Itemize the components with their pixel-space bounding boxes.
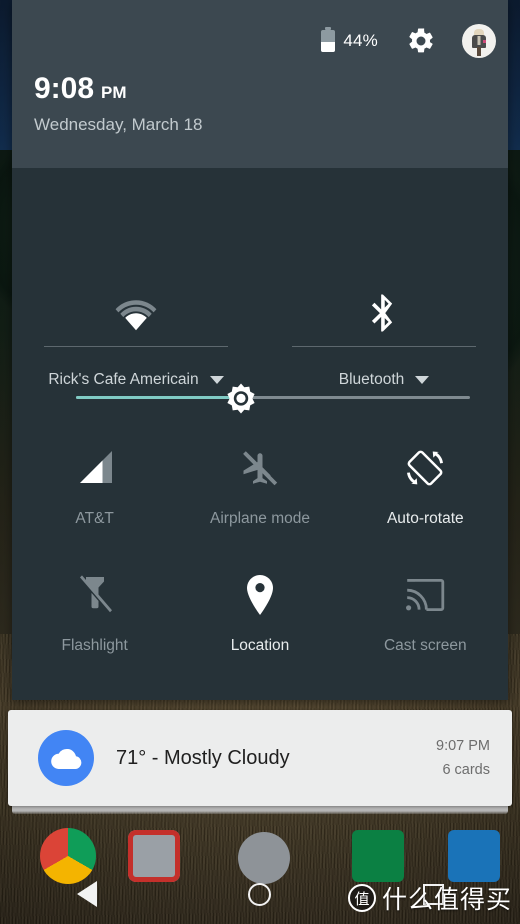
- battery-icon: [321, 27, 336, 52]
- clock-line: 9:08 PM: [34, 74, 203, 104]
- clock-time: 9:08: [34, 72, 95, 105]
- tile-row-1: AT&T Airplane mode Auto-rotate: [12, 440, 508, 528]
- quick-settings-header: 44% 9:08 PM Wednesday, March 18: [12, 0, 508, 168]
- bluetooth-label: Bluetooth: [338, 371, 405, 388]
- brightness-track[interactable]: [76, 383, 470, 414]
- tile-cast-screen-label: Cast screen: [383, 637, 467, 654]
- battery-status: 44%: [321, 27, 378, 52]
- tile-flashlight-label: Flashlight: [61, 637, 128, 654]
- quick-settings-panel: 44% 9:08 PM Wednesday, March 18 Rick's C…: [12, 0, 508, 700]
- back-triangle-icon: [76, 881, 97, 907]
- watermark-text: 什么值得买: [381, 885, 512, 914]
- clock-date: Wednesday, March 18: [34, 115, 203, 134]
- brightness-fill: [76, 396, 242, 399]
- location-pin-icon: [246, 575, 273, 615]
- notification-time: 9:07 PM: [436, 738, 490, 754]
- gear-icon: [409, 28, 433, 53]
- tile-divider: [292, 346, 476, 347]
- dual-tile-row: Rick's Cafe Americain Bluetooth: [12, 282, 508, 389]
- tile-airplane-mode[interactable]: Airplane mode: [177, 440, 342, 528]
- bluetooth-icon: [371, 294, 393, 332]
- wifi-icon: [115, 300, 157, 331]
- wifi-icon-wrap: [113, 282, 159, 344]
- avatar-accent: [483, 40, 486, 43]
- flashlight-off-icon: [78, 575, 112, 614]
- wifi-label: Rick's Cafe Americain: [48, 371, 199, 388]
- tile-location-label: Location: [230, 637, 290, 654]
- battery-percent-label: 44%: [343, 31, 378, 50]
- auto-rotate-icon-wrap: [404, 440, 446, 496]
- tile-row-2: Flashlight Location Cast screen: [12, 567, 508, 655]
- brightness-slider[interactable]: [12, 168, 508, 414]
- home-button[interactable]: [230, 872, 290, 916]
- location-pin-icon-wrap: [243, 567, 277, 623]
- watermark-logo-icon: 值: [347, 884, 376, 912]
- watermark: 值 什么值得买: [347, 880, 512, 916]
- flashlight-off-icon-wrap: [77, 567, 113, 623]
- cast-screen-icon: [406, 579, 445, 611]
- weather-cloud-icon-wrap: [38, 730, 94, 786]
- status-row: 44%: [321, 24, 496, 58]
- user-avatar[interactable]: [462, 24, 496, 58]
- avatar-legs: [477, 47, 481, 56]
- avatar-shirt: [477, 36, 481, 45]
- tile-cast-screen[interactable]: Cast screen: [343, 567, 508, 655]
- bluetooth-icon-wrap: [369, 282, 399, 344]
- tile-auto-rotate-label: Auto-rotate: [386, 510, 464, 527]
- settings-button[interactable]: [404, 24, 438, 58]
- clock-block[interactable]: 9:08 PM Wednesday, March 18: [34, 74, 203, 135]
- notification-meta: 9:07 PM 6 cards: [436, 738, 490, 778]
- notification-title: 71° - Mostly Cloudy: [116, 746, 290, 769]
- airplane-off-icon: [243, 451, 278, 486]
- tile-divider: [44, 346, 228, 347]
- tile-carrier-label: AT&T: [75, 510, 114, 527]
- chevron-down-icon[interactable]: [415, 376, 430, 384]
- weather-cloud-icon: [51, 748, 82, 769]
- cell-signal-icon: [79, 451, 112, 483]
- airplane-off-icon-wrap: [240, 440, 280, 496]
- tile-carrier[interactable]: AT&T: [12, 440, 177, 528]
- tile-bluetooth[interactable]: Bluetooth: [260, 282, 508, 389]
- clock-ampm: PM: [101, 83, 127, 102]
- tile-location[interactable]: Location: [177, 567, 342, 655]
- bluetooth-label-row[interactable]: Bluetooth: [339, 371, 430, 389]
- tile-flashlight[interactable]: Flashlight: [12, 567, 177, 655]
- notification-subtitle: 6 cards: [442, 762, 490, 778]
- tile-airplane-mode-label: Airplane mode: [210, 510, 310, 527]
- notification-card[interactable]: 71° - Mostly Cloudy 9:07 PM 6 cards: [8, 710, 512, 806]
- wifi-label-row[interactable]: Rick's Cafe Americain: [48, 371, 224, 389]
- cast-screen-icon-wrap: [404, 567, 446, 623]
- home-circle-icon: [248, 882, 272, 906]
- cell-signal-icon-wrap: [76, 440, 114, 496]
- tile-auto-rotate[interactable]: Auto-rotate: [343, 440, 508, 528]
- back-button[interactable]: [57, 872, 117, 916]
- tile-wifi[interactable]: Rick's Cafe Americain: [12, 282, 260, 389]
- chevron-down-icon[interactable]: [209, 376, 224, 384]
- auto-rotate-icon: [407, 450, 444, 486]
